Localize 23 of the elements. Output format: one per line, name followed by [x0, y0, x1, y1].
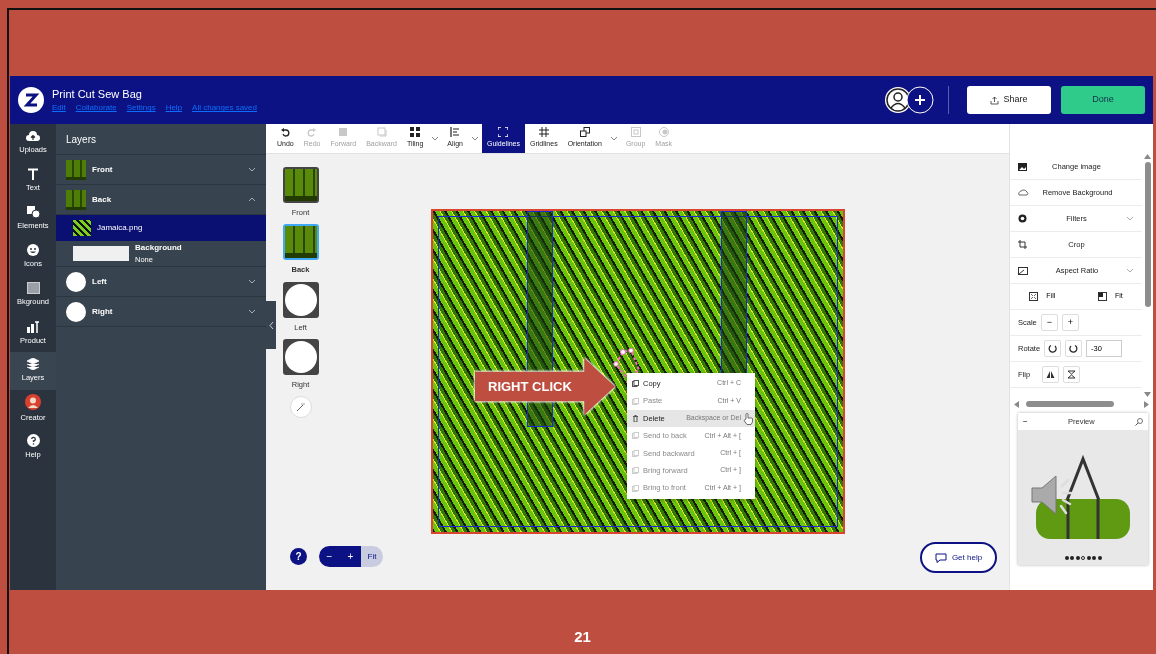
layer-name: Front	[92, 163, 114, 176]
layer-item[interactable]: Jamaica.png	[56, 215, 266, 241]
layer-row[interactable]: Front	[56, 155, 266, 185]
scale-down-button[interactable]: −	[1040, 314, 1058, 331]
zoom-out-button[interactable]: −	[319, 546, 340, 567]
minimize-button[interactable]: −	[1023, 415, 1028, 428]
document-title: Print Cut Sew Bag	[52, 86, 143, 102]
share-button[interactable]: Share	[967, 86, 1051, 114]
page-number: 21	[574, 628, 591, 645]
layer-name: Jamaica.png	[97, 222, 143, 234]
zoom-in-button[interactable]: +	[340, 546, 361, 567]
layer-name: Left	[92, 275, 108, 288]
scale-up-button[interactable]: +	[1061, 314, 1079, 331]
get-help-button[interactable]: Get help	[920, 542, 997, 573]
callout-text: RIGHT CLICK	[488, 377, 572, 396]
fit-button[interactable]: Fit	[361, 546, 383, 567]
layer-name: Background	[135, 241, 182, 254]
help-button[interactable]: ?	[290, 548, 307, 565]
layer-name: Back	[92, 193, 113, 206]
layer-row[interactable]: Left	[56, 267, 266, 297]
layer-name: Right	[92, 305, 114, 318]
layer-row[interactable]: Right	[56, 297, 266, 327]
done-button[interactable]: Done	[1061, 86, 1145, 114]
